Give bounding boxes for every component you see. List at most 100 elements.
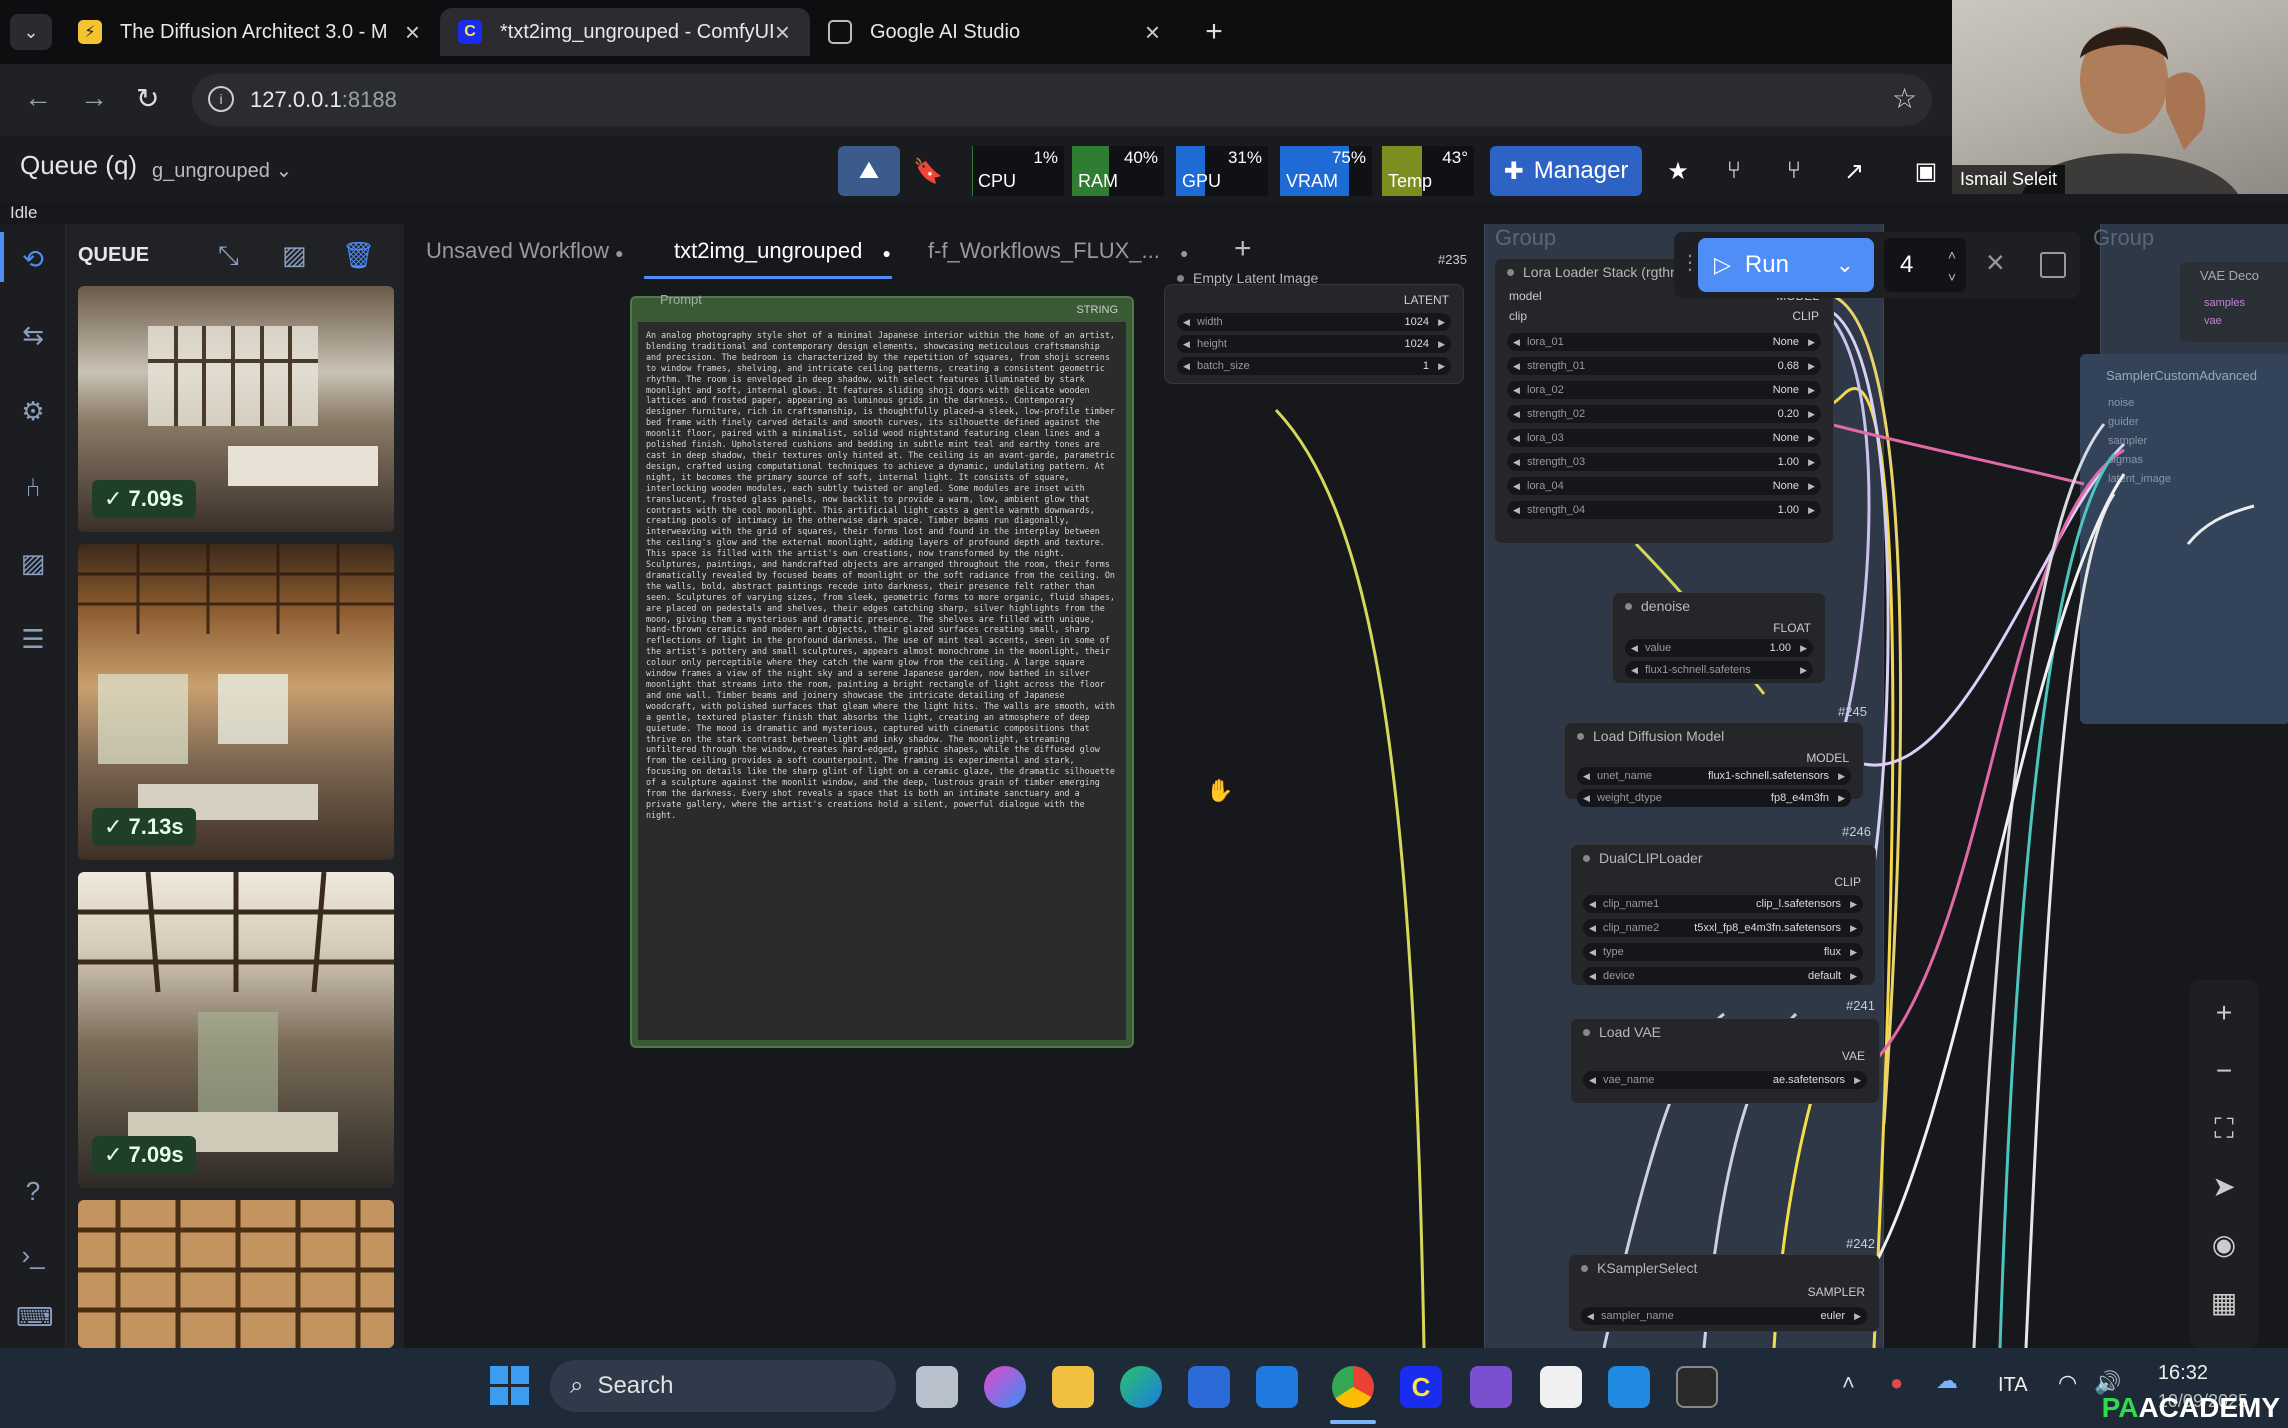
visual-studio-icon[interactable] (1470, 1366, 1512, 1408)
ksampler-select-node[interactable]: KSamplerSelect SAMPLER sampler_name euler (1568, 1254, 1880, 1332)
widget-width[interactable]: width 1024 (1177, 313, 1451, 331)
widget-strength-01[interactable]: strength_01 0.68 (1507, 357, 1821, 375)
edge-icon[interactable] (1120, 1366, 1162, 1408)
file-explorer-icon[interactable] (1052, 1366, 1094, 1408)
widget-strength-03[interactable]: strength_03 1.00 (1507, 453, 1821, 471)
comfy-app-icon[interactable]: C (1400, 1366, 1442, 1408)
widget-batch-size[interactable]: batch_size 1 (1177, 357, 1451, 375)
workflow-dropdown[interactable]: g_ungrouped ⌄ (152, 158, 292, 183)
history-icon[interactable]: ⟲ (16, 244, 50, 278)
taskbar-search[interactable]: ⌕ Search (550, 1360, 896, 1412)
wifi-icon[interactable]: ◠ (2058, 1370, 2077, 1396)
new-tab-button[interactable]: + (1194, 12, 1234, 52)
workflow-tab[interactable]: Unsaved Workflow ● (426, 238, 624, 264)
close-icon[interactable]: × (1145, 17, 1160, 48)
reload-icon[interactable]: ↻ (136, 82, 159, 115)
widget-device[interactable]: device default (1583, 967, 1863, 985)
model-library-icon[interactable]: ⚙ (16, 396, 50, 430)
windows-start-icon[interactable] (490, 1366, 530, 1406)
vscode-icon[interactable] (1608, 1366, 1650, 1408)
denoise-node[interactable]: denoise FLOAT value 1.00 flux1-schnell.sa… (1612, 592, 1826, 684)
chevron-down-icon[interactable]: ˅ (1948, 250, 1956, 304)
widget-lora-01[interactable]: lora_01 None (1507, 333, 1821, 351)
templates-icon[interactable]: ☰ (16, 624, 50, 658)
back-icon[interactable]: ← (24, 82, 52, 114)
task-view-icon[interactable] (916, 1366, 958, 1408)
input-language[interactable]: ITA (1998, 1374, 2028, 1397)
widget-weight-dtype[interactable]: weight_dtype fp8_e4m3fn (1577, 789, 1851, 807)
terminal-app-icon[interactable] (1676, 1366, 1718, 1408)
widget-lora-03[interactable]: lora_03 None (1507, 429, 1821, 447)
maximize-icon[interactable] (2040, 252, 2066, 278)
workflow-tab[interactable]: f-f_Workflows_FLUX_... ● (928, 238, 1188, 264)
prompt-node[interactable]: Prompt STRING An analog photography styl… (630, 292, 1134, 1048)
widget-clip-name1[interactable]: clip_name1 clip_l.safetensors (1583, 895, 1863, 913)
queue-item[interactable]: ✓ 7.09s (78, 286, 394, 532)
batch-count-input[interactable]: 4 ˄ ˅ (1884, 238, 1966, 292)
onedrive-icon[interactable]: ☁ (1936, 1368, 1958, 1394)
forward-icon[interactable]: → (80, 82, 108, 114)
prompt-textarea[interactable]: An analog photography style shot of a mi… (638, 322, 1126, 1040)
widget-strength-02[interactable]: strength_02 0.20 (1507, 405, 1821, 423)
queue-item[interactable] (78, 1200, 394, 1348)
star-icon[interactable]: ★ (1652, 146, 1704, 196)
site-info-icon[interactable]: i (208, 86, 234, 112)
workflow-tab[interactable]: txt2img_ungrouped ● (674, 238, 891, 264)
zoom-in-icon[interactable]: + (2192, 988, 2256, 1038)
add-workflow-tab-button[interactable]: + (1234, 232, 1252, 266)
load-vae-node[interactable]: Load VAE VAE vae_name ae.safetensors (1570, 1018, 1880, 1104)
node-library-icon[interactable]: ⇆ (16, 320, 50, 354)
tray-app-icon[interactable]: ● (1890, 1370, 1903, 1396)
queue-item[interactable]: ✓ 7.09s (78, 872, 394, 1188)
queue-item[interactable]: ✓ 7.13s (78, 544, 394, 860)
widget-value[interactable]: value 1.00 (1625, 639, 1813, 657)
help-icon[interactable]: ? (16, 1176, 50, 1210)
bookmark-icon[interactable]: 🔖 (904, 146, 952, 196)
minimap-icon[interactable]: ▦ (2192, 1278, 2256, 1328)
widget-sampler-name[interactable]: sampler_name euler (1581, 1307, 1867, 1325)
close-icon[interactable]: × (405, 17, 420, 48)
widget-height[interactable]: height 1024 (1177, 335, 1451, 353)
tray-chevron-icon[interactable]: ˄ (1842, 1370, 1855, 1396)
bookmark-star-icon[interactable]: ☆ (1892, 82, 1917, 115)
load-diffusion-model-node[interactable]: Load Diffusion Model MODEL unet_name flux… (1564, 722, 1864, 807)
close-icon[interactable]: × (775, 17, 790, 48)
fit-view-icon[interactable]: ⛶ (2192, 1104, 2256, 1154)
graph-canvas[interactable]: Group Group SamplerCustomAdvanced noise … (404, 224, 2288, 1348)
zoom-out-icon[interactable]: − (2192, 1046, 2256, 1096)
copilot-icon[interactable] (984, 1366, 1026, 1408)
image-icon[interactable]: ▨ (16, 548, 50, 582)
terminal-icon[interactable]: ›_ (16, 1240, 50, 1274)
empty-latent-node[interactable]: Empty Latent Image LATENT width1024 heig… (1164, 270, 1464, 384)
url-field[interactable]: i 127.0.0.1:8188 (192, 74, 1932, 126)
store-icon[interactable] (1188, 1366, 1230, 1408)
widget-vae-name[interactable]: vae_name ae.safetensors (1583, 1071, 1867, 1089)
widget-type[interactable]: type flux (1583, 943, 1863, 961)
chevron-down-icon[interactable]: ⌄ (1836, 252, 1854, 278)
trash-icon[interactable]: 🗑 (342, 240, 375, 271)
tab-comfyui[interactable]: C *txt2img_ungrouped - ComfyUI × (440, 8, 810, 56)
widget-clip-name2[interactable]: clip_name2 t5xxl_fp8_e4m3fn.safetensors (1583, 919, 1863, 937)
workflows-icon[interactable]: ⑃ (16, 472, 50, 506)
run-button[interactable]: ▷ Run ⌄ (1698, 238, 1874, 292)
widget-unet-name[interactable]: unet_name flux1-schnell.safetensors (1577, 767, 1851, 785)
widget-strength-04[interactable]: strength_04 1.00 (1507, 501, 1821, 519)
collapse-icon[interactable]: ⤡ (218, 240, 239, 272)
image-view-icon[interactable]: ▨ (282, 240, 307, 271)
fork-alt-icon[interactable]: ⑂ (1768, 146, 1820, 196)
tab-google-ai-studio[interactable]: Google AI Studio × (810, 8, 1180, 56)
gallery-icon[interactable]: ▣ (1900, 146, 1952, 196)
tab-diffusion-architect[interactable]: ⚡ The Diffusion Architect 3.0 - M × (60, 8, 440, 56)
outlook-icon[interactable] (1256, 1366, 1298, 1408)
widget-lora-02[interactable]: lora_02 None (1507, 381, 1821, 399)
notepad-icon[interactable] (1540, 1366, 1582, 1408)
keyboard-icon[interactable]: ⌨ (16, 1302, 54, 1336)
widget-model-select[interactable]: flux1-schnell.safetens (1625, 661, 1813, 679)
select-mode-icon[interactable]: ➤ (2192, 1162, 2256, 1212)
comfy-logo-button[interactable]: ⛰ (838, 146, 900, 196)
widget-lora-04[interactable]: lora_04 None (1507, 477, 1821, 495)
tab-search-button[interactable]: ⌄ (10, 14, 52, 50)
manager-button[interactable]: ✚ Manager (1490, 146, 1642, 196)
fork-icon[interactable]: ⑂ (1708, 146, 1760, 196)
dual-clip-loader-node[interactable]: DualCLIPLoader CLIP clip_name1 clip_l.saf… (1570, 844, 1876, 986)
